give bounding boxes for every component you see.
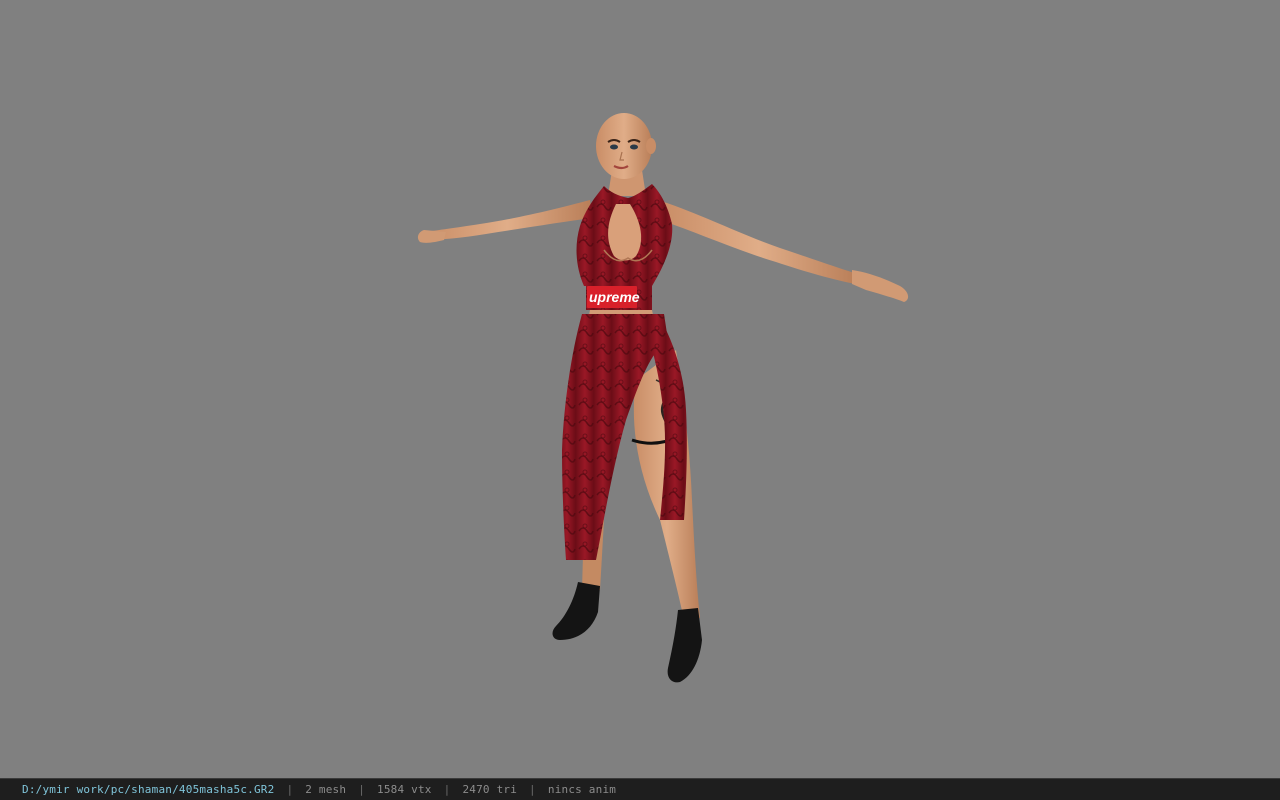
animation-status: nincs anim xyxy=(547,783,617,796)
logo-text: upreme xyxy=(589,289,640,305)
triangle-count: 2470 tri xyxy=(462,783,518,796)
character-model: upreme xyxy=(417,113,909,683)
separator: | xyxy=(443,783,451,796)
separator: | xyxy=(286,783,294,796)
left-arm xyxy=(417,200,592,243)
dress-top: upreme xyxy=(576,184,673,310)
vertex-count: 1584 vtx xyxy=(377,783,432,796)
head xyxy=(596,113,656,179)
3d-viewport[interactable]: upreme xyxy=(0,0,1280,778)
file-path: D:/ymir work/pc/shaman/405masha5c.GR2 xyxy=(22,783,275,796)
model-viewer-window: upreme D:/ymir work/pc/shaman/405masha5c… xyxy=(0,0,1280,800)
right-arm xyxy=(660,202,909,302)
separator: | xyxy=(358,783,366,796)
mesh-count: 2 mesh xyxy=(305,783,347,796)
status-bar: D:/ymir work/pc/shaman/405masha5c.GR2 | … xyxy=(0,778,1280,800)
separator: | xyxy=(529,783,536,796)
